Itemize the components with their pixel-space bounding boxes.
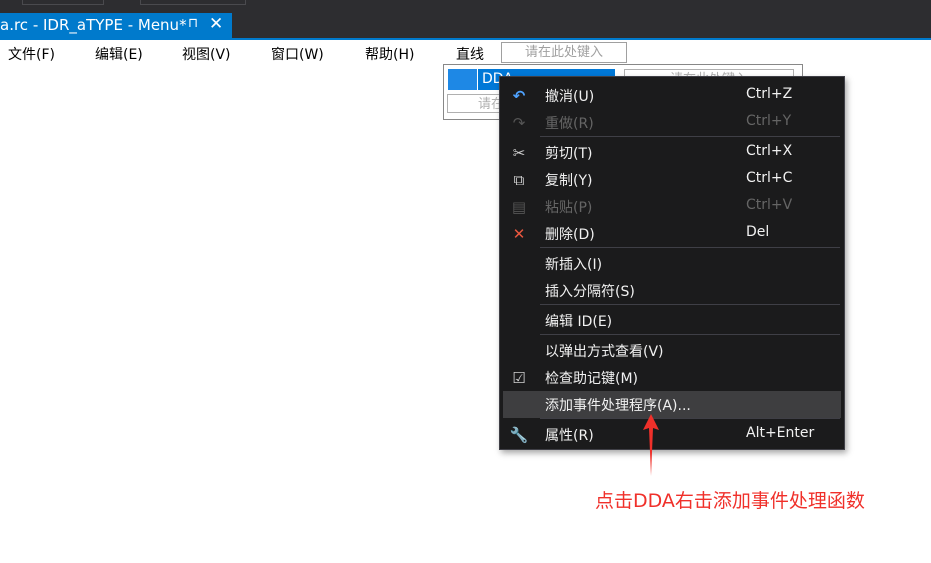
ctx-shortcut: Ctrl+X bbox=[746, 143, 793, 159]
menu-view[interactable]: 视图(V) bbox=[182, 44, 231, 64]
ctx-label: 撤消(U) bbox=[545, 89, 595, 105]
menu-line[interactable]: 直线 bbox=[456, 44, 484, 64]
ctx-label: 删除(D) bbox=[545, 227, 595, 243]
ctx-label: 新插入(I) bbox=[545, 257, 603, 273]
ctx-shortcut: Ctrl+Y bbox=[746, 113, 792, 129]
paste-icon: ▤ bbox=[511, 198, 527, 216]
annotation-text: 点击DDA右击添加事件处理函数 bbox=[595, 490, 865, 512]
ctx-copy[interactable]: ⧉ 复制(Y) Ctrl+C bbox=[500, 166, 844, 193]
ctx-label: 以弹出方式查看(V) bbox=[545, 344, 664, 360]
ctx-separator bbox=[540, 418, 840, 419]
ctx-shortcut: Ctrl+Z bbox=[746, 86, 793, 102]
ctx-check-mnemonics[interactable]: ☑ 检查助记键(M) bbox=[500, 364, 844, 391]
menu-help[interactable]: 帮助(H) bbox=[365, 44, 414, 64]
ctx-shortcut: Ctrl+C bbox=[746, 170, 793, 186]
check-mnemonic-icon: ☑ bbox=[512, 369, 526, 387]
ctx-label: 复制(Y) bbox=[545, 173, 593, 189]
type-here-box[interactable]: 请在此处键入 bbox=[501, 42, 627, 63]
scissors-icon: ✂ bbox=[512, 144, 526, 162]
close-icon[interactable]: ✕ bbox=[209, 14, 223, 34]
ctx-cut[interactable]: ✂ 剪切(T) Ctrl+X bbox=[500, 139, 844, 166]
ctx-separator bbox=[540, 136, 840, 137]
ctx-view-as-popup[interactable]: 以弹出方式查看(V) bbox=[500, 337, 844, 364]
document-tab-title: a.rc - IDR_aTYPE - Menu* bbox=[0, 16, 187, 34]
ctx-redo[interactable]: ↷ 重做(R) Ctrl+Y bbox=[500, 109, 844, 136]
selection-marker bbox=[448, 69, 478, 90]
ctx-label: 添加事件处理程序(A)... bbox=[545, 398, 691, 414]
context-menu: ↶ 撤消(U) Ctrl+Z ↷ 重做(R) Ctrl+Y ✂ 剪切(T) Ct… bbox=[499, 76, 845, 450]
delete-icon: ✕ bbox=[512, 225, 526, 243]
tab-ghost bbox=[140, 0, 246, 5]
ctx-label: 属性(R) bbox=[545, 428, 594, 444]
ctx-label: 粘贴(P) bbox=[545, 200, 593, 216]
ctx-shortcut: Alt+Enter bbox=[746, 425, 815, 441]
ctx-paste[interactable]: ▤ 粘贴(P) Ctrl+V bbox=[500, 193, 844, 220]
ctx-separator bbox=[540, 334, 840, 335]
ctx-label: 剪切(T) bbox=[545, 146, 593, 162]
document-tab[interactable]: a.rc - IDR_aTYPE - Menu* ⊓ ✕ bbox=[0, 13, 232, 38]
ctx-label: 重做(R) bbox=[545, 116, 594, 132]
document-tab-strip: a.rc - IDR_aTYPE - Menu* ⊓ ✕ bbox=[0, 0, 931, 38]
ctx-properties[interactable]: 🔧 属性(R) Alt+Enter bbox=[500, 421, 844, 448]
ctx-undo[interactable]: ↶ 撤消(U) Ctrl+Z bbox=[500, 82, 844, 109]
ctx-label: 检查助记键(M) bbox=[545, 371, 639, 387]
annotation-arrow bbox=[643, 414, 659, 476]
ctx-shortcut: Ctrl+V bbox=[746, 197, 793, 213]
redo-icon: ↷ bbox=[512, 114, 526, 132]
ctx-insert-separator[interactable]: 插入分隔符(S) bbox=[500, 277, 844, 304]
undo-icon: ↶ bbox=[512, 87, 526, 105]
menu-editor-bar: 文件(F) 编辑(E) 视图(V) 窗口(W) 帮助(H) 直线 请在此处键入 bbox=[0, 40, 931, 64]
tab-ghost bbox=[22, 0, 104, 5]
ctx-separator bbox=[540, 304, 840, 305]
ctx-shortcut: Del bbox=[746, 224, 770, 240]
ctx-add-event-handler[interactable]: 添加事件处理程序(A)... bbox=[503, 391, 841, 418]
menu-edit[interactable]: 编辑(E) bbox=[95, 44, 143, 64]
ctx-new-insert[interactable]: 新插入(I) bbox=[500, 250, 844, 277]
pin-icon[interactable]: ⊓ bbox=[188, 16, 198, 31]
ctx-delete[interactable]: ✕ 删除(D) Del bbox=[500, 220, 844, 247]
menu-window[interactable]: 窗口(W) bbox=[271, 44, 324, 64]
ctx-label: 编辑 ID(E) bbox=[545, 314, 613, 330]
ctx-edit-id[interactable]: 编辑 ID(E) bbox=[500, 307, 844, 334]
ctx-separator bbox=[540, 247, 840, 248]
wrench-icon: 🔧 bbox=[509, 426, 529, 444]
ctx-label: 插入分隔符(S) bbox=[545, 284, 635, 300]
copy-icon: ⧉ bbox=[513, 171, 525, 189]
menu-file[interactable]: 文件(F) bbox=[8, 44, 55, 64]
